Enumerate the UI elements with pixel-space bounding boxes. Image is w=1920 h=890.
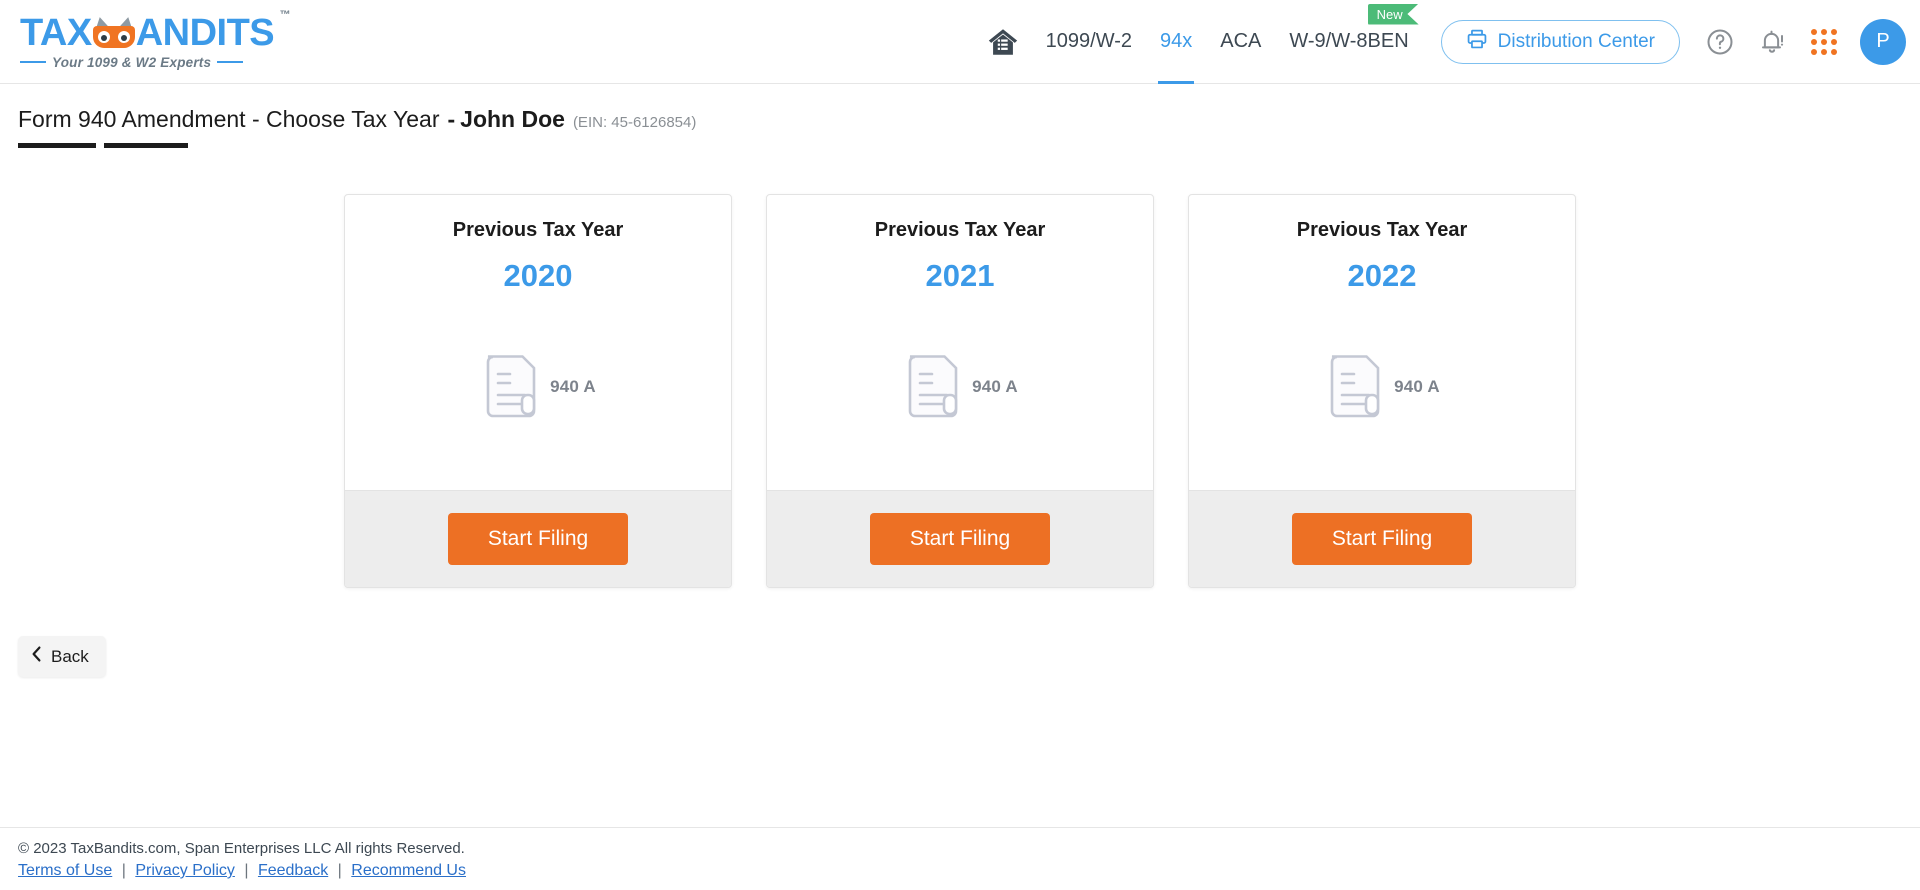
business-ein: (EIN: 45-6126854)	[572, 114, 697, 131]
nav-label: 1099/W-2	[1045, 30, 1132, 52]
back-button-label: Back	[51, 646, 89, 666]
footer-links: Terms of Use | Privacy Policy | Feedback…	[18, 862, 1920, 880]
card-footer: Start Filing	[345, 490, 731, 587]
tax-year-card: Previous Tax Year 2020 940 A Start Filin…	[344, 194, 732, 588]
document-label: 940 A	[972, 377, 1018, 396]
owl-mask-icon	[92, 15, 135, 48]
document-940a-icon: 940 A	[902, 342, 1018, 432]
card-label: Previous Tax Year	[874, 219, 1046, 241]
start-filing-button[interactable]: Start Filing	[869, 513, 1051, 565]
nav-label: ACA	[1220, 30, 1262, 52]
logo-text-left: TAX	[20, 11, 92, 54]
start-filing-button[interactable]: Start Filing	[447, 513, 629, 565]
logo-wordmark: TAX ANDITS ™	[20, 9, 291, 54]
card-body: Previous Tax Year 2022 940 A	[1189, 195, 1575, 490]
logo-text-right: ANDITS	[135, 11, 275, 54]
page-title: Form 940 Amendment - Choose Tax Year - J…	[18, 106, 1920, 133]
nav-label: W-9/W-8BEN	[1289, 30, 1409, 52]
tagline-rule-right	[217, 61, 244, 63]
footer-link-feedback[interactable]: Feedback	[258, 862, 328, 879]
card-body: Previous Tax Year 2021 940 A	[767, 195, 1153, 490]
page-title-bar: Form 940 Amendment - Choose Tax Year - J…	[0, 84, 1920, 148]
footer-separator: |	[244, 862, 249, 879]
back-button-wrap: Back	[18, 636, 1920, 677]
nav-item-1099-w2[interactable]: 1099/W-2	[1032, 0, 1146, 84]
footer-separator: |	[337, 862, 342, 879]
page-title-separator: -	[447, 106, 456, 132]
footer-copyright: © 2023 TaxBandits.com, Span Enterprises …	[18, 840, 465, 857]
tax-year-card: Previous Tax Year 2021 940 A Start Filin…	[766, 194, 1154, 588]
start-filing-button[interactable]: Start Filing	[1291, 513, 1473, 565]
help-circle-icon[interactable]	[1700, 22, 1740, 62]
footer-separator: |	[121, 862, 126, 879]
nav-label: 94x	[1160, 30, 1193, 52]
printer-icon	[1466, 28, 1488, 56]
card-year: 2021	[925, 258, 995, 293]
step-progress-indicator	[18, 143, 1920, 148]
document-940a-icon: 940 A	[1324, 342, 1440, 432]
app-header: TAX ANDITS ™ Your 1099 & W2 Experts 1099…	[0, 0, 1920, 84]
grid-apps-icon[interactable]	[1804, 22, 1844, 62]
home-icon[interactable]	[980, 0, 1032, 84]
card-label: Previous Tax Year	[452, 219, 624, 241]
distribution-center-label: Distribution Center	[1497, 30, 1655, 52]
card-year: 2022	[1347, 258, 1417, 293]
page-footer: © 2023 TaxBandits.com, Span Enterprises …	[0, 827, 1920, 890]
tagline-text: Your 1099 & W2 Experts	[52, 54, 212, 70]
footer-link-recommend-us[interactable]: Recommend Us	[351, 862, 466, 879]
card-footer: Start Filing	[767, 490, 1153, 587]
card-footer: Start Filing	[1189, 490, 1575, 587]
step-bar-1	[18, 143, 96, 148]
new-badge: New	[1367, 3, 1419, 25]
card-label: Previous Tax Year	[1296, 219, 1468, 241]
nav-item-aca[interactable]: ACA	[1206, 0, 1275, 84]
bell-alert-icon[interactable]	[1752, 22, 1792, 62]
nav-item-94x[interactable]: 94x	[1146, 0, 1206, 84]
footer-link-terms-of-use[interactable]: Terms of Use	[18, 862, 112, 879]
main-navigation: 1099/W-2 94x ACA New W-9/W-8BEN Distribu…	[980, 0, 1920, 84]
tagline-rule-left	[20, 61, 46, 63]
document-label: 940 A	[550, 377, 596, 396]
tax-year-card-list: Previous Tax Year 2020 940 A Start Filin…	[0, 194, 1920, 588]
taxbandits-logo[interactable]: TAX ANDITS ™ Your 1099 & W2 Experts	[20, 9, 291, 70]
document-940a-icon: 940 A	[480, 342, 596, 432]
trademark-symbol: ™	[279, 8, 291, 21]
distribution-center-button[interactable]: Distribution Center	[1440, 19, 1680, 64]
tax-year-card: Previous Tax Year 2022 940 A Start Filin…	[1188, 194, 1576, 588]
footer-link-privacy-policy[interactable]: Privacy Policy	[135, 862, 235, 879]
avatar-initial: P	[1876, 30, 1890, 52]
logo-tagline: Your 1099 & W2 Experts	[20, 54, 244, 70]
business-name: John Doe	[460, 106, 565, 132]
nav-item-w9-w8ben[interactable]: New W-9/W-8BEN	[1275, 0, 1422, 84]
back-button[interactable]: Back	[18, 636, 106, 677]
chevron-left-icon	[31, 646, 42, 667]
page-title-text: Form 940 Amendment - Choose Tax Year	[18, 106, 440, 132]
document-label: 940 A	[1394, 377, 1440, 396]
card-year: 2020	[503, 258, 573, 293]
avatar[interactable]: P	[1860, 18, 1906, 65]
step-bar-2	[104, 143, 188, 148]
card-body: Previous Tax Year 2020 940 A	[345, 195, 731, 490]
